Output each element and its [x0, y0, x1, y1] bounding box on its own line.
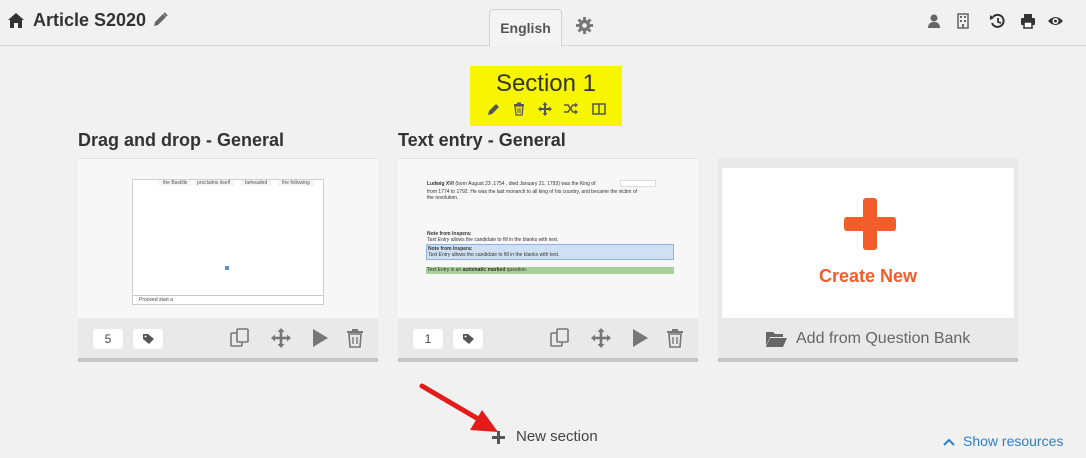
section-header: Section 1	[470, 66, 622, 126]
thumbnail-word: the following	[278, 180, 314, 186]
add-from-question-bank-label: Add from Question Bank	[796, 330, 971, 347]
folder-open-icon	[765, 330, 787, 348]
tag-icon[interactable]	[133, 329, 163, 349]
print-icon[interactable]	[1020, 13, 1036, 29]
thumbnail-text: Text Entry allows the candidate to fill …	[427, 237, 559, 243]
user-icon[interactable]	[926, 13, 942, 29]
pencil-icon[interactable]	[152, 12, 168, 28]
trash-icon[interactable]	[665, 328, 685, 348]
building-icon[interactable]	[955, 13, 971, 29]
thumbnail-word: proclaims itself	[193, 180, 235, 186]
show-resources-link[interactable]: Show resources	[943, 433, 1063, 449]
show-resources-label: Show resources	[963, 433, 1064, 449]
pencil-icon[interactable]	[487, 102, 501, 116]
question-thumbnail[interactable]: Ludwig XVI (born August 23 ,1754 , died …	[398, 158, 698, 318]
thumbnail-frame: the Bastille proclaims itself beheaded t…	[132, 179, 324, 303]
section-title[interactable]: Section 1	[470, 70, 622, 98]
card-toolbar: 1	[398, 318, 698, 358]
plus-icon[interactable]	[844, 198, 896, 250]
thumbnail-word: the Bastille	[159, 180, 192, 186]
play-icon[interactable]	[630, 328, 650, 348]
move-icon[interactable]	[538, 102, 552, 116]
question-card-drag-drop[interactable]: the Bastille proclaims itself beheaded t…	[78, 158, 378, 362]
trash-icon[interactable]	[512, 102, 526, 116]
columns-icon[interactable]	[592, 102, 606, 116]
green-box: Text Entry is an automatic marked questi…	[426, 267, 674, 274]
home-icon[interactable]	[8, 13, 24, 28]
top-bar: Article S2020 English	[0, 0, 1086, 46]
page-title: Article S2020	[33, 10, 147, 30]
plus-icon	[492, 431, 505, 444]
card-title[interactable]: Drag and drop - General	[78, 130, 284, 151]
eye-icon[interactable]	[1047, 13, 1063, 29]
card-title[interactable]: Text entry - General	[398, 130, 566, 151]
history-icon[interactable]	[989, 13, 1005, 29]
note-box: Note from Inspera: Text Entry allows the…	[426, 244, 674, 260]
text-entry-blank	[620, 180, 656, 187]
move-icon[interactable]	[591, 328, 611, 348]
create-new-label[interactable]: Create New	[722, 266, 1014, 287]
thumbnail-word: beheaded	[241, 180, 272, 186]
question-thumbnail[interactable]: the Bastille proclaims itself beheaded t…	[78, 158, 378, 318]
shuffle-icon[interactable]	[564, 102, 578, 116]
count-badge[interactable]: 1	[413, 329, 443, 349]
add-from-question-bank-button[interactable]: Add from Question Bank	[718, 322, 1018, 358]
card-toolbar: 5	[78, 318, 378, 358]
play-icon[interactable]	[310, 328, 330, 348]
move-icon[interactable]	[271, 328, 291, 348]
tag-icon[interactable]	[453, 329, 483, 349]
chevron-up-icon	[943, 438, 955, 447]
count-badge[interactable]: 5	[93, 329, 123, 349]
copy-icon[interactable]	[550, 328, 570, 348]
drop-marker	[225, 266, 229, 270]
thumbnail-text: the revolution.	[427, 195, 459, 201]
question-card-text-entry[interactable]: Ludwig XVI (born August 23 ,1754 , died …	[398, 158, 698, 362]
tab-english[interactable]: English	[489, 9, 562, 46]
thumbnail-footer: Proceed start a	[132, 295, 324, 305]
thumbnail-text: from 1774 to 1792. He was the last monar…	[427, 189, 638, 195]
new-section-label: New section	[516, 428, 598, 445]
trash-icon[interactable]	[345, 328, 365, 348]
create-new-button[interactable]: Create New	[722, 168, 1014, 318]
copy-icon[interactable]	[230, 328, 250, 348]
create-new-card: Create New Add from Question Bank	[718, 158, 1018, 362]
gear-icon[interactable]	[575, 16, 594, 35]
